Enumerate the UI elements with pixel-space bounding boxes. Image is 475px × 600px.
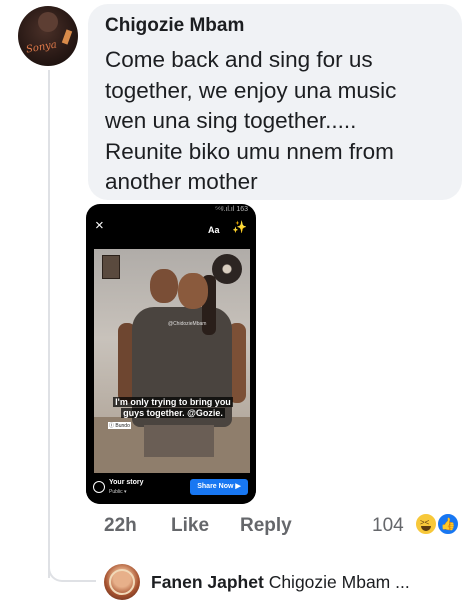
comment-text: Come back and sing for us together, we e… bbox=[105, 47, 397, 194]
comment-author[interactable]: Chigozie Mbam bbox=[105, 14, 446, 38]
pants bbox=[144, 425, 214, 457]
commenter-avatar[interactable]: Sonya bbox=[18, 6, 78, 66]
like-button[interactable]: Like bbox=[171, 515, 209, 537]
thread-line bbox=[48, 70, 50, 578]
reply-avatar[interactable] bbox=[104, 564, 140, 600]
wall-picture bbox=[102, 255, 120, 279]
reply-author[interactable]: Fanen Japhet bbox=[151, 572, 264, 592]
reply-connector bbox=[48, 560, 96, 582]
haha-mouth bbox=[421, 526, 431, 531]
story-caption: I'm only trying to bring you guys togeth… bbox=[110, 397, 236, 419]
text-tool-icon: Aa bbox=[208, 225, 220, 235]
avatar-logo bbox=[109, 569, 135, 595]
watermark-bottom: Ⓘ Bundo bbox=[108, 422, 131, 429]
comment-bubble: Chigozie Mbam Come back and sing for us … bbox=[88, 4, 462, 200]
reply-preview-line[interactable]: Fanen Japhet Chigozie Mbam ... bbox=[151, 572, 410, 593]
attached-screenshot[interactable]: ⁵⁶ᵍ.ıl.ıl 163 × Aa ✨ @ChidozieMbam I'm o… bbox=[86, 204, 256, 504]
share-now-button: Share Now ▶ bbox=[190, 479, 248, 495]
avatar-figure bbox=[38, 12, 58, 32]
reply-preview: Chigozie Mbam ... bbox=[268, 572, 410, 592]
person-b-head bbox=[178, 273, 208, 309]
wall-record bbox=[212, 254, 242, 284]
story-caption-text: I'm only trying to bring you guys togeth… bbox=[113, 397, 233, 418]
story-bar: Your story Public ▾ Share Now ▶ bbox=[86, 473, 256, 504]
like-icon[interactable]: 👍 bbox=[436, 512, 460, 536]
story-photo: @ChidozieMbam I'm only trying to bring y… bbox=[94, 249, 250, 473]
watermark-top: @ChidozieMbam bbox=[168, 321, 207, 327]
status-bar: ⁵⁶ᵍ.ıl.ıl 163 bbox=[215, 206, 248, 213]
haha-icon[interactable]: >< bbox=[414, 512, 438, 536]
comment-timestamp[interactable]: 22h bbox=[104, 515, 137, 537]
reply-button[interactable]: Reply bbox=[240, 515, 292, 537]
story-globe-icon bbox=[93, 481, 105, 493]
avatar-signature: Sonya bbox=[25, 39, 58, 56]
story-label: Your story bbox=[109, 479, 144, 486]
reaction-count[interactable]: 104 bbox=[372, 515, 404, 537]
story-privacy: Public ▾ bbox=[109, 489, 127, 495]
avatar-mark bbox=[61, 29, 73, 45]
close-icon: × bbox=[95, 217, 104, 234]
effects-icon: ✨ bbox=[232, 220, 247, 234]
person-a-head bbox=[150, 269, 178, 303]
